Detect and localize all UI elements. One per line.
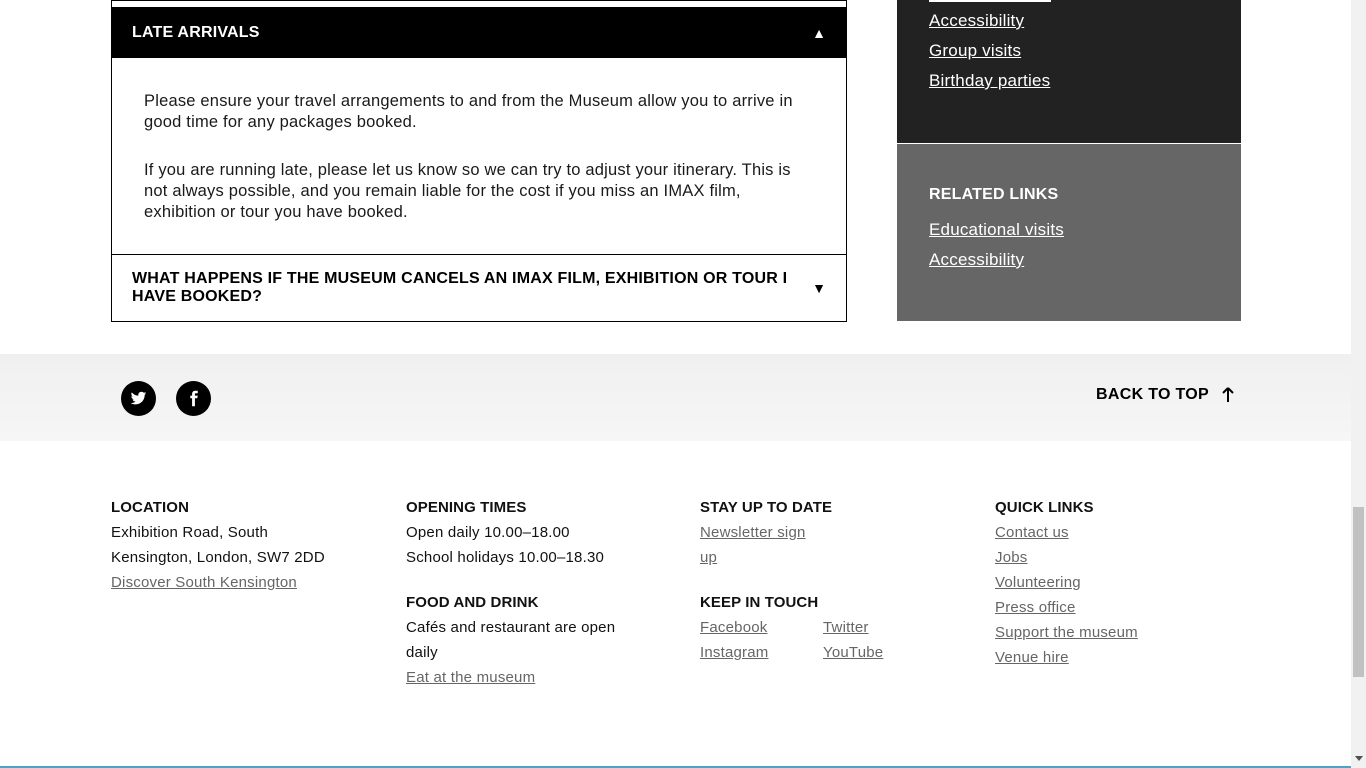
eat-at-museum-link[interactable]: Eat at the museum	[406, 669, 535, 686]
volunteering-link[interactable]: Volunteering	[995, 574, 1081, 591]
food-text: daily	[406, 644, 438, 661]
faq-accordion: LATE ARRIVALS ▲ Please ensure your trave…	[111, 0, 847, 322]
chevron-up-icon: ▲	[812, 25, 826, 41]
related-links-heading: RELATED LINKS	[929, 186, 1059, 203]
address-line: Exhibition Road, South	[111, 524, 269, 541]
accordion-panel-late-arrivals: Please ensure your travel arrangements t…	[144, 91, 814, 250]
chevron-down-icon: ▼	[812, 280, 826, 296]
facebook-button[interactable]	[176, 381, 211, 416]
newsletter-signup-link[interactable]: Newsletter sign up	[700, 520, 820, 570]
facebook-icon	[190, 390, 198, 407]
related-link-list: Educational visits Accessibility	[929, 220, 1064, 280]
contact-us-link[interactable]: Contact us	[995, 524, 1069, 541]
footer-keep-in-touch: KEEP IN TOUCH Facebook Twitter Instagram…	[700, 592, 930, 665]
food-text: Cafés and restaurant are open	[406, 619, 616, 636]
cut-off-link-underline	[929, 0, 1051, 2]
footer-stay-up-to-date: STAY UP TO DATE Newsletter sign up KEEP …	[700, 497, 930, 665]
sidebar-link-group-visits[interactable]: Group visits	[929, 41, 1021, 60]
discover-south-kensington-link[interactable]: Discover South Kensington	[111, 574, 297, 591]
social-link-grid: Facebook Twitter Instagram YouTube	[700, 615, 930, 665]
instagram-link[interactable]: Instagram	[700, 640, 823, 665]
accordion-title: LATE ARRIVALS	[132, 24, 260, 41]
press-office-link[interactable]: Press office	[995, 599, 1076, 616]
accordion-header-late-arrivals[interactable]: LATE ARRIVALS ▲	[112, 8, 846, 58]
scroll-down-arrow-icon[interactable]	[1355, 756, 1363, 761]
sidebar-links-panel: Accessibility Group visits Birthday part…	[897, 0, 1241, 143]
related-link-educational-visits[interactable]: Educational visits	[929, 220, 1064, 239]
footer-opening-times: OPENING TIMES Open daily 10.00–18.00 Sch…	[406, 497, 646, 690]
youtube-link[interactable]: YouTube	[823, 640, 923, 665]
sidebar-link-birthday-parties[interactable]: Birthday parties	[929, 71, 1050, 90]
footer-heading: KEEP IN TOUCH	[700, 594, 819, 611]
sidebar-link-accessibility[interactable]: Accessibility	[929, 11, 1024, 30]
opening-hours: Open daily 10.00–18.00	[406, 524, 570, 541]
footer-heading: LOCATION	[111, 499, 190, 516]
facebook-link[interactable]: Facebook	[700, 615, 823, 640]
jobs-link[interactable]: Jobs	[995, 549, 1028, 566]
twitter-button[interactable]	[121, 381, 156, 416]
holiday-hours: School holidays 10.00–18.30	[406, 549, 605, 566]
accordion-header-cancellation[interactable]: WHAT HAPPENS IF THE MUSEUM CANCELS AN IM…	[112, 255, 846, 321]
accordion-paragraph: Please ensure your travel arrangements t…	[144, 92, 793, 131]
related-links-panel: RELATED LINKS Educational visits Accessi…	[897, 144, 1241, 321]
quick-link-list: Contact us Jobs Volunteering Press offic…	[995, 520, 1235, 670]
related-link-accessibility[interactable]: Accessibility	[929, 250, 1024, 269]
venue-hire-link[interactable]: Venue hire	[995, 649, 1069, 666]
accordion-title: WHAT HAPPENS IF THE MUSEUM CANCELS AN IM…	[132, 270, 788, 305]
accordion-paragraph: If you are running late, please let us k…	[144, 161, 791, 221]
twitter-link[interactable]: Twitter	[823, 615, 923, 640]
footer-heading: QUICK LINKS	[995, 499, 1094, 516]
previous-accordion-item-edge	[112, 1, 846, 8]
page-scrollbar[interactable]	[1351, 0, 1366, 768]
arrow-up-icon	[1222, 387, 1234, 402]
footer-location: LOCATION Exhibition Road, South Kensingt…	[111, 497, 341, 595]
sidebar-link-list: Accessibility Group visits Birthday part…	[929, 11, 1050, 101]
footer-heading: FOOD AND DRINK	[406, 594, 539, 611]
twitter-icon	[130, 391, 147, 405]
footer-quick-links: QUICK LINKS Contact us Jobs Volunteering…	[995, 497, 1235, 670]
back-to-top-link[interactable]: BACK TO TOP	[1096, 386, 1235, 404]
social-bar: BACK TO TOP	[0, 354, 1351, 441]
footer-heading: OPENING TIMES	[406, 499, 527, 516]
back-to-top-label: BACK TO TOP	[1096, 386, 1209, 403]
scrollbar-thumb[interactable]	[1353, 507, 1364, 677]
footer-food-drink: FOOD AND DRINK Cafés and restaurant are …	[406, 592, 646, 690]
support-museum-link[interactable]: Support the museum	[995, 624, 1138, 641]
address-line: Kensington, London, SW7 2DD	[111, 549, 325, 566]
footer-heading: STAY UP TO DATE	[700, 499, 833, 516]
